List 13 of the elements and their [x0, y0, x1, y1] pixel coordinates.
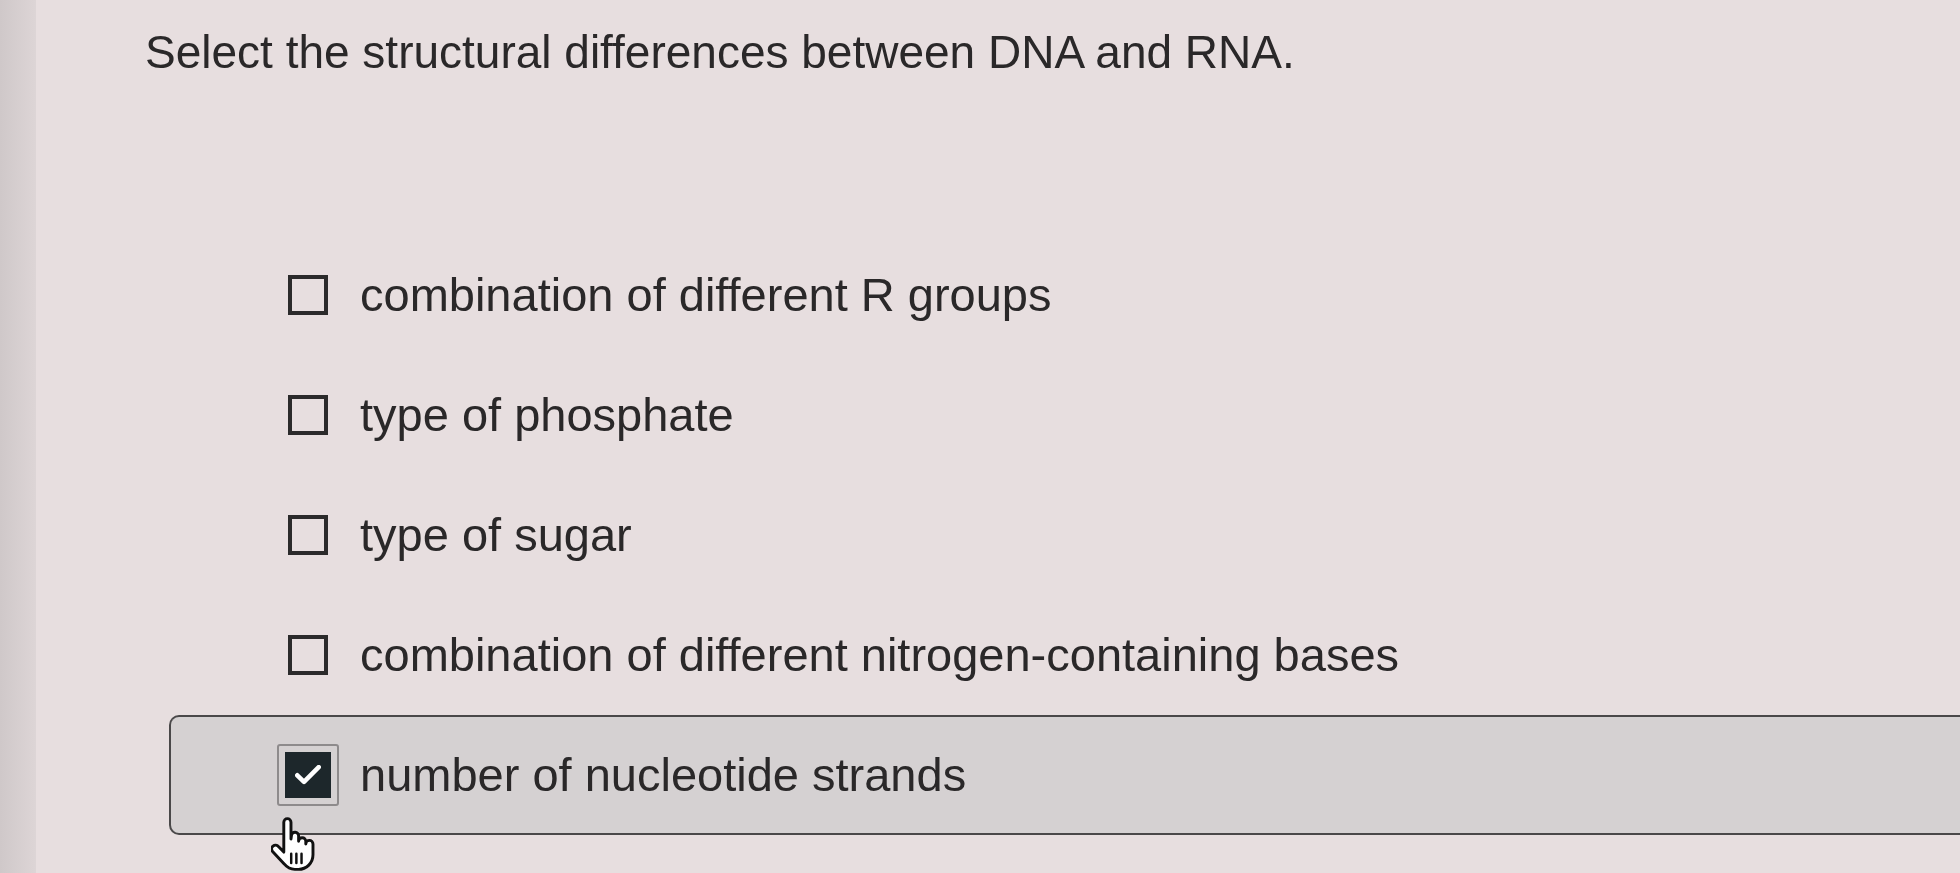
option-label: type of sugar	[360, 507, 632, 563]
checkbox[interactable]	[288, 635, 328, 675]
checkbox[interactable]	[288, 275, 328, 315]
option-label: combination of different nitrogen-containing bases	[360, 627, 1400, 683]
hand-pointer-icon	[271, 817, 315, 871]
check-icon	[295, 765, 321, 785]
checkbox[interactable]	[288, 515, 328, 555]
checkbox[interactable]	[288, 395, 328, 435]
question-text: Select the structural differences between DNA and RNA.	[145, 26, 1295, 78]
option-label: type of phosphate	[360, 387, 734, 443]
option-label: combination of different R groups	[360, 267, 1052, 323]
checkbox[interactable]	[277, 744, 339, 806]
option-label: number of nucleotide strands	[360, 747, 967, 803]
